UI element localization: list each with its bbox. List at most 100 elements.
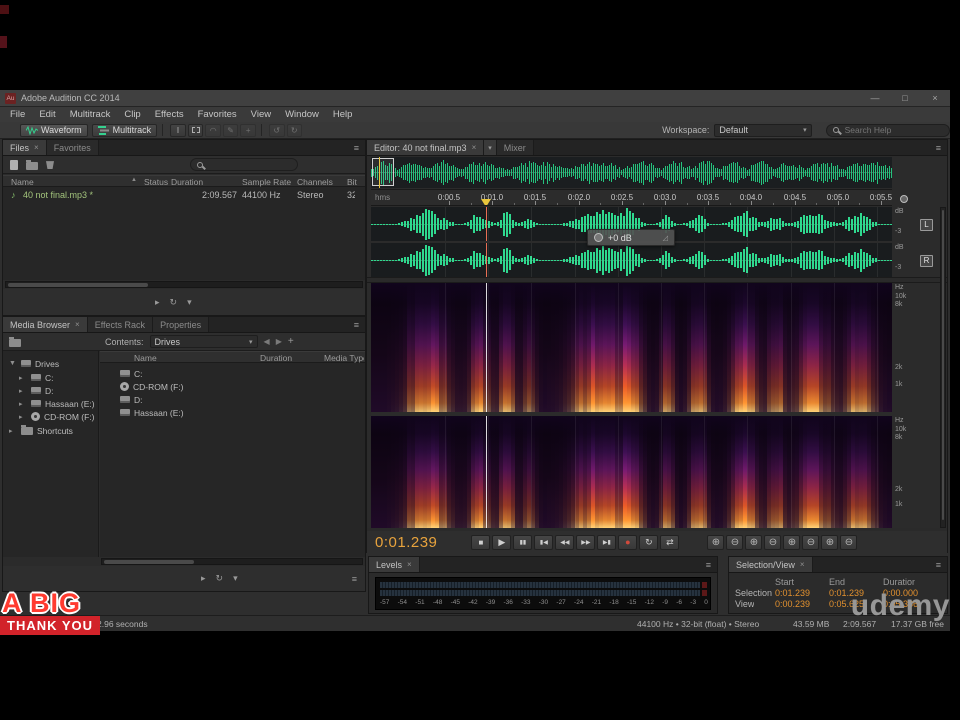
loop-icon[interactable]: ↻ — [216, 573, 224, 584]
tree-view-icon[interactable] — [9, 336, 21, 347]
tab-media-browser[interactable]: Media Browser × — [3, 317, 88, 332]
twisty-closed-icon[interactable]: ▸ — [9, 427, 17, 435]
help-search-input[interactable] — [842, 124, 944, 136]
undo-icon[interactable]: ↺ — [268, 123, 285, 137]
zoom-out-button[interactable]: ⊖ — [726, 534, 744, 550]
menu-clip[interactable]: Clip — [117, 109, 147, 120]
open-file-icon[interactable] — [26, 159, 38, 170]
delete-file-icon[interactable] — [46, 161, 54, 169]
twisty-closed-icon[interactable]: ▸ — [19, 413, 27, 421]
playhead-marker[interactable] — [481, 199, 491, 205]
menu-effects[interactable]: Effects — [148, 109, 191, 120]
editor-tab-dropdown[interactable]: ▾ — [484, 140, 497, 155]
lasso-selection-tool[interactable]: ◠ — [205, 123, 221, 137]
zoom-out-horizontal-button[interactable]: ⊖ — [764, 534, 782, 550]
time-display[interactable]: 0:01.239 — [375, 534, 437, 551]
twisty-open-icon[interactable]: ▼ — [9, 360, 17, 367]
tab-effects-rack[interactable]: Effects Rack — [87, 317, 154, 332]
panel-menu-icon[interactable]: ≡ — [930, 143, 947, 153]
twisty-closed-icon[interactable]: ▸ — [19, 400, 27, 408]
redo-icon[interactable]: ↻ — [286, 123, 303, 137]
close-icon[interactable]: × — [407, 560, 412, 569]
tree-item-d[interactable]: ▸ D: — [19, 384, 97, 397]
pause-button[interactable]: ▮▮ — [513, 534, 533, 550]
tree-item-drives[interactable]: ▼ Drives — [9, 357, 97, 370]
clip-indicator[interactable] — [702, 582, 707, 588]
zoom-selection-button[interactable]: ⊕ — [821, 534, 839, 550]
skip-back-button[interactable]: ▮◀ — [534, 534, 554, 550]
browser-column-header[interactable]: Name Duration Media Type — [100, 351, 365, 363]
close-icon[interactable]: × — [75, 320, 80, 329]
multitrack-view-button[interactable]: Multitrack — [91, 123, 158, 137]
marquee-selection-tool[interactable] — [187, 123, 204, 137]
overview-playhead[interactable] — [379, 157, 380, 188]
panel-menu-icon[interactable]: ≡ — [348, 143, 365, 153]
overview-waveform[interactable] — [371, 157, 892, 188]
knob-icon[interactable] — [900, 195, 908, 203]
panel-menu-icon[interactable]: ≡ — [930, 560, 947, 570]
hud-expand-icon[interactable]: ◿ — [663, 234, 668, 242]
menu-file[interactable]: File — [3, 109, 32, 120]
healing-brush-tool[interactable]: + — [240, 123, 256, 137]
skip-forward-button[interactable]: ▶▮ — [597, 534, 617, 550]
back-icon[interactable]: ◀ — [264, 337, 270, 346]
vertical-scrollbar[interactable] — [940, 207, 946, 528]
rewind-button[interactable]: ◀◀ — [555, 534, 575, 550]
stop-button[interactable]: ■ — [471, 534, 491, 550]
twisty-closed-icon[interactable]: ▸ — [19, 387, 27, 395]
add-shortcut-icon[interactable]: + — [288, 336, 294, 347]
contents-dropdown[interactable]: Drives ▾ — [149, 335, 258, 348]
tab-editor[interactable]: Editor: 40 not final.mp3 × — [367, 140, 485, 155]
tree-item-hassaan[interactable]: ▸ Hassaan (E:) — [19, 397, 97, 410]
workspace-dropdown[interactable]: Default ▾ — [714, 123, 812, 137]
close-button[interactable]: × — [920, 90, 950, 106]
clip-indicator[interactable] — [702, 590, 707, 596]
menu-view[interactable]: View — [244, 109, 278, 120]
right-channel-button[interactable]: R — [920, 255, 933, 267]
menu-edit[interactable]: Edit — [32, 109, 62, 120]
panel-menu-icon[interactable]: ≡ — [348, 320, 365, 330]
tab-files[interactable]: Files × — [3, 140, 47, 155]
skip-selection-button[interactable]: ⇄ — [660, 534, 680, 550]
files-horizontal-scrollbar[interactable] — [5, 281, 363, 288]
panel-options-icon[interactable]: ≡ — [352, 574, 365, 584]
tab-properties[interactable]: Properties — [153, 317, 210, 332]
close-icon[interactable]: × — [472, 143, 477, 152]
browser-horizontal-scrollbar[interactable] — [101, 558, 363, 565]
time-selection-tool[interactable]: I — [170, 123, 186, 137]
tab-levels[interactable]: Levels × — [369, 557, 420, 572]
tab-mixer[interactable]: Mixer — [496, 140, 534, 155]
waveform-right-channel[interactable] — [371, 243, 892, 277]
loop-icon[interactable]: ↻ — [170, 297, 178, 308]
list-item[interactable]: CD-ROM (F:) — [120, 380, 360, 393]
list-item[interactable]: Hassaan (E:) — [120, 406, 360, 419]
left-channel-button[interactable]: L — [920, 219, 933, 231]
menu-favorites[interactable]: Favorites — [191, 109, 244, 120]
twisty-closed-icon[interactable]: ▸ — [19, 374, 27, 382]
preview-play-icon[interactable]: ▸ — [155, 297, 160, 308]
files-column-header[interactable]: Name ▲ Status Duration Sample Rate Chann… — [3, 175, 365, 187]
play-button[interactable]: ▶ — [492, 534, 512, 550]
panel-menu-icon[interactable]: ≡ — [700, 560, 717, 570]
zoom-full-button[interactable]: ⊖ — [840, 534, 858, 550]
record-button[interactable]: ● — [618, 534, 638, 550]
forward-icon[interactable]: ▶ — [276, 337, 282, 346]
maximize-button[interactable]: □ — [890, 90, 920, 106]
loop-playback-button[interactable]: ↻ — [639, 534, 659, 550]
new-file-icon[interactable] — [10, 159, 18, 170]
menu-multitrack[interactable]: Multitrack — [63, 109, 118, 120]
tree-item-c[interactable]: ▸ C: — [19, 371, 97, 384]
paintbrush-tool[interactable]: ✎ — [222, 123, 239, 137]
tree-item-shortcuts[interactable]: ▸ Shortcuts — [9, 424, 97, 437]
waveform-view-button[interactable]: Waveform — [20, 123, 88, 137]
close-icon[interactable]: × — [34, 143, 39, 152]
fast-forward-button[interactable]: ▶▶ — [576, 534, 596, 550]
zoom-in-horizontal-button[interactable]: ⊕ — [745, 534, 763, 550]
volume-hud[interactable]: +0 dB ◿ — [587, 229, 675, 246]
timeline-ruler[interactable]: hms 0:00.5 0:01.0 0:01.5 0:02.0 0:02.5 0… — [371, 189, 892, 206]
file-row[interactable]: ♪ 40 not final.mp3 * 2:09.567 44100 Hz S… — [3, 189, 365, 202]
list-item[interactable]: D: — [120, 393, 360, 406]
zoom-out-point-button[interactable]: ⊖ — [802, 534, 820, 550]
zoom-in-button[interactable]: ⊕ — [707, 534, 725, 550]
options-icon[interactable]: ▾ — [187, 297, 192, 308]
